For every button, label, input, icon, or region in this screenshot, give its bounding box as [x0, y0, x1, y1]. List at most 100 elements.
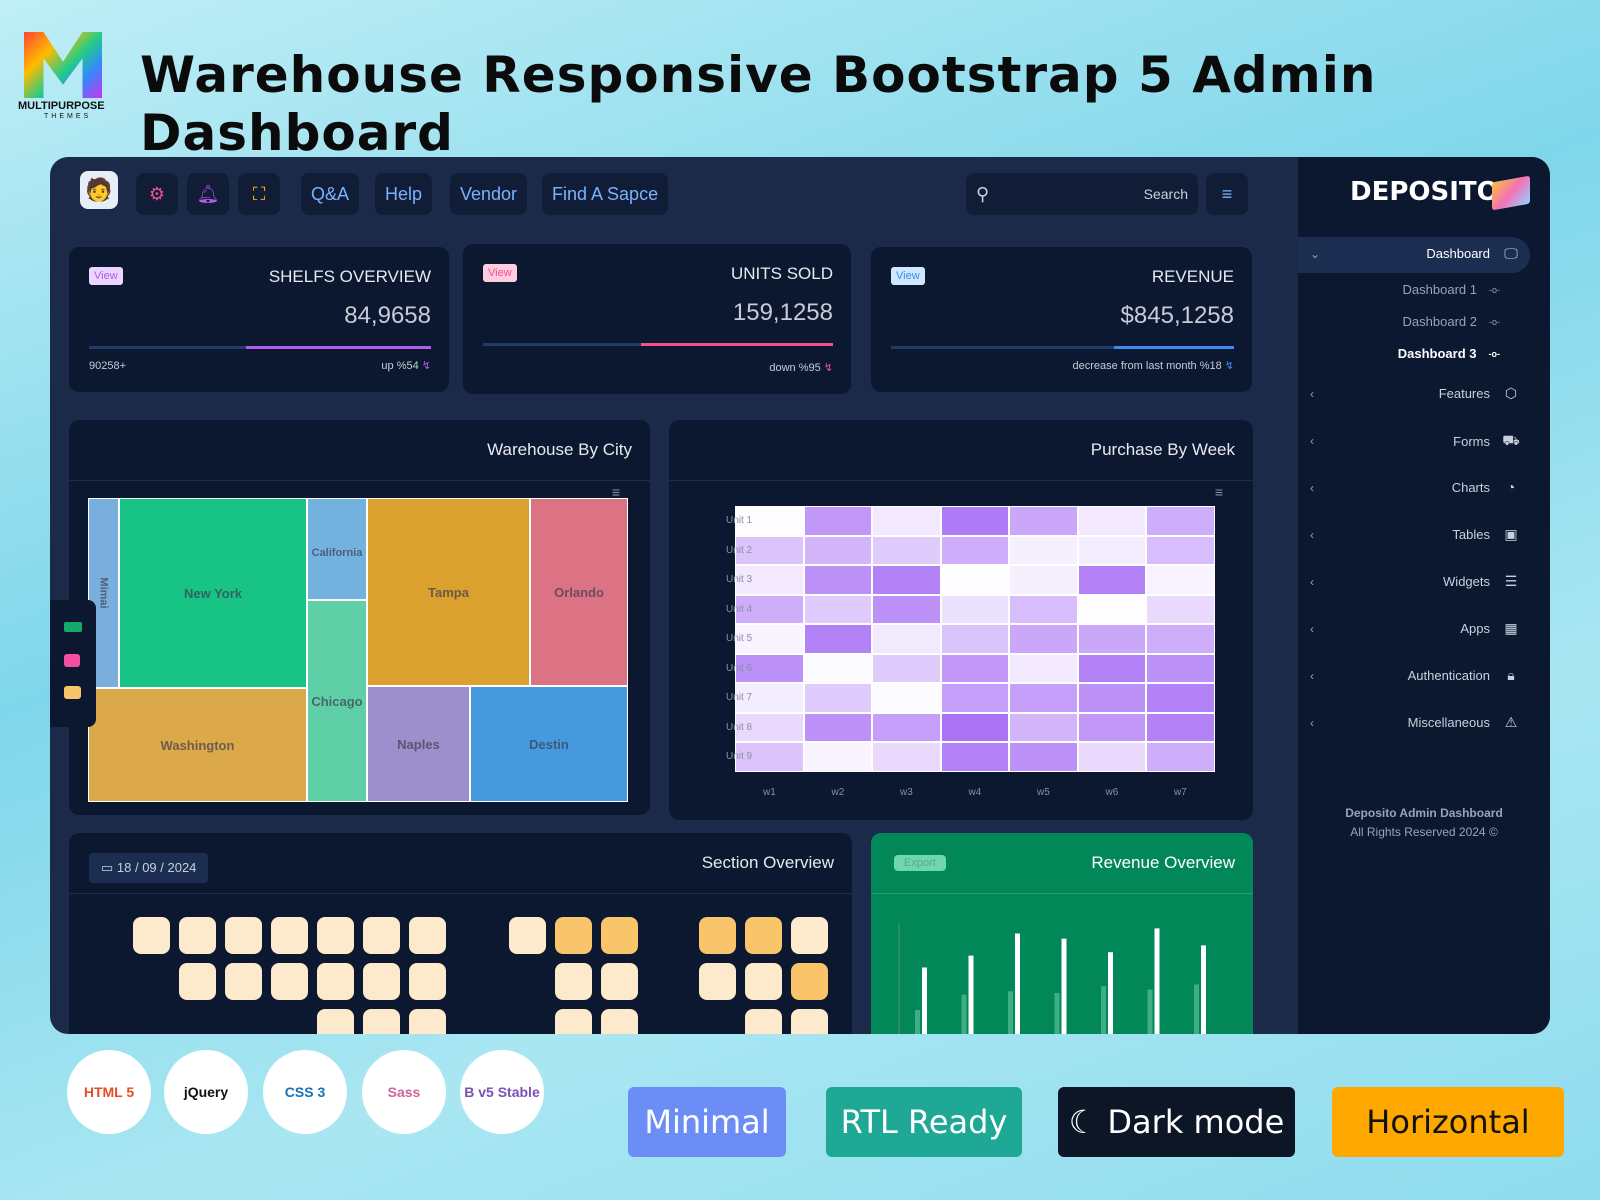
sidebar-item-forms[interactable]: Forms ⛟ [1453, 432, 1520, 451]
section-seat[interactable] [225, 963, 262, 1000]
section-seat[interactable] [409, 1009, 446, 1034]
heatmap-cell[interactable] [1077, 535, 1146, 565]
treemap-cell[interactable]: Orlando [530, 498, 628, 686]
sidebar-item-charts[interactable]: Charts ◔ [1452, 479, 1520, 495]
section-seat[interactable] [363, 917, 400, 954]
section-seat[interactable] [791, 1009, 828, 1034]
heatmap-cell[interactable] [940, 624, 1009, 654]
avatar[interactable]: 🧑 [80, 171, 118, 209]
bar-secondary[interactable] [915, 1010, 920, 1034]
bar-secondary[interactable] [1054, 993, 1060, 1034]
section-seat[interactable] [409, 917, 446, 954]
heatmap-cell[interactable] [1077, 683, 1146, 713]
section-seat[interactable] [133, 917, 170, 954]
heatmap-cell[interactable] [803, 535, 872, 565]
heatmap-cell[interactable] [940, 742, 1009, 772]
heatmap-cell[interactable] [803, 683, 872, 713]
section-seat[interactable] [745, 1009, 782, 1034]
heatmap-cell[interactable] [1077, 653, 1146, 683]
help-button[interactable]: Help [375, 173, 433, 215]
section-seat[interactable] [791, 917, 828, 954]
treemap-cell[interactable]: Tampa [367, 498, 530, 686]
heatmap-cell[interactable] [803, 506, 872, 536]
section-seat[interactable] [699, 963, 736, 1000]
bell-icon[interactable]: 🔔︎ [187, 173, 229, 215]
section-seat[interactable] [745, 917, 782, 954]
sidebar-item-apps[interactable]: Apps ▦ [1460, 620, 1520, 637]
treemap-cell[interactable]: Destin [470, 686, 628, 802]
treemap-cell[interactable]: Naples [367, 686, 470, 802]
bar-secondary[interactable] [1101, 986, 1106, 1034]
vendor-button[interactable]: Vendor [450, 173, 528, 215]
sidebar-item-widgets[interactable]: Widgets ☰ [1443, 573, 1520, 590]
chevron-left-icon[interactable]: ‹ [1310, 387, 1314, 401]
bar-secondary[interactable] [1147, 989, 1153, 1034]
treemap-cell[interactable]: California [307, 498, 367, 600]
heatmap-cell[interactable] [1009, 535, 1078, 565]
heatmap-cell[interactable] [1009, 683, 1078, 713]
bar-secondary[interactable] [1008, 991, 1013, 1034]
heatmap-cell[interactable] [872, 624, 941, 654]
heatmap-cell[interactable] [940, 712, 1009, 742]
heatmap-cell[interactable] [1077, 712, 1146, 742]
heatmap-cell[interactable] [872, 683, 941, 713]
bar-secondary[interactable] [961, 994, 967, 1034]
section-seat[interactable] [363, 1009, 400, 1034]
section-seat[interactable] [409, 963, 446, 1000]
heatmap-cell[interactable] [1077, 594, 1146, 624]
bar-primary[interactable] [1015, 933, 1020, 1035]
bar-primary[interactable] [1061, 938, 1067, 1034]
find-space-button[interactable]: Find A Sapce [542, 173, 669, 215]
section-seat[interactable] [555, 963, 592, 1000]
sidebar-subitem[interactable]: Dashboard 2 -o- [1403, 314, 1500, 329]
section-seat[interactable] [555, 1009, 592, 1034]
heatmap-cell[interactable] [1146, 742, 1215, 772]
bar-primary[interactable] [1201, 945, 1206, 1034]
chevron-left-icon[interactable]: ‹ [1310, 669, 1314, 683]
fullscreen-icon[interactable]: ⛶ [238, 173, 280, 215]
sidebar-item-tables[interactable]: Tables ▣ [1452, 526, 1520, 543]
heatmap-cell[interactable] [1009, 624, 1078, 654]
qa-button[interactable]: Q&A [301, 173, 360, 215]
heatmap-cell[interactable] [1146, 594, 1215, 624]
section-seat[interactable] [601, 1009, 638, 1034]
sidebar-item-authentication[interactable]: Authentication 🔒︎ [1408, 667, 1520, 684]
heatmap-cell[interactable] [1077, 506, 1146, 536]
cash-icon[interactable] [64, 622, 82, 632]
heatmap-cell[interactable] [1146, 712, 1215, 742]
heatmap-cell[interactable] [872, 594, 941, 624]
heatmap-cell[interactable] [940, 535, 1009, 565]
chevron-left-icon[interactable]: ‹ [1310, 434, 1314, 448]
chat-icon[interactable] [64, 686, 81, 699]
sidebar-item-features[interactable]: Features ⬡ [1439, 385, 1520, 402]
sidebar-subitem[interactable]: Dashboard 3 -o- [1398, 346, 1500, 361]
section-seat[interactable] [601, 917, 638, 954]
bar-primary[interactable] [1154, 928, 1160, 1034]
heatmap-cell[interactable] [1009, 506, 1078, 536]
heatmap-cell[interactable] [1009, 594, 1078, 624]
heatmap-cell[interactable] [803, 594, 872, 624]
heatmap-cell[interactable] [1009, 565, 1078, 595]
section-seat[interactable] [555, 917, 592, 954]
heatmap-cell[interactable] [1146, 653, 1215, 683]
image-icon[interactable] [64, 654, 80, 667]
heatmap-cell[interactable] [940, 506, 1009, 536]
date-picker[interactable]: ▭ 18 / 09 / 2024 [89, 853, 209, 883]
section-seat[interactable] [509, 917, 546, 954]
chevron-down-icon[interactable]: ⌄ [1310, 247, 1320, 261]
section-seat[interactable] [179, 963, 216, 1000]
heatmap-cell[interactable] [872, 565, 941, 595]
bar-primary[interactable] [968, 955, 974, 1034]
heatmap-cell[interactable] [872, 653, 941, 683]
section-seat[interactable] [363, 963, 400, 1000]
menu-icon[interactable]: ≡ [1206, 173, 1248, 215]
heatmap-cell[interactable] [1146, 683, 1215, 713]
section-seat[interactable] [271, 917, 308, 954]
chevron-left-icon[interactable]: ‹ [1310, 622, 1314, 636]
sidebar-item-dashboard[interactable]: Dashboard 🖵 [1426, 245, 1520, 262]
heatmap-cell[interactable] [803, 653, 872, 683]
chevron-left-icon[interactable]: ‹ [1310, 575, 1314, 589]
section-seat[interactable] [317, 917, 354, 954]
heatmap-cell[interactable] [803, 624, 872, 654]
treemap-cell[interactable]: Washington [88, 688, 307, 802]
